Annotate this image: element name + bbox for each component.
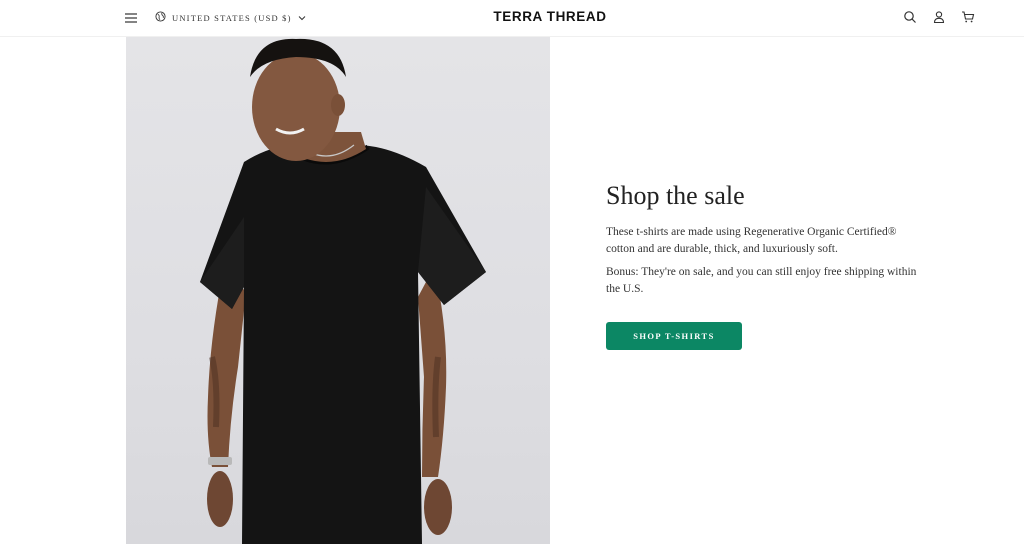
bonus-paragraph: Bonus: They're on sale, and you can stil…: [606, 266, 917, 295]
search-icon[interactable]: [903, 10, 917, 24]
description-paragraph: These t-shirts are made using Regenerati…: [606, 226, 897, 255]
site-header: UNITED STATES (USD $) TERRA THREAD: [0, 0, 1024, 37]
model-wearing-black-t-shirt-photo: [126, 37, 550, 544]
sale-content: Shop the sale These t-shirts are made us…: [606, 180, 926, 350]
page-title: Shop the sale: [606, 181, 745, 210]
user-icon[interactable]: [932, 10, 946, 24]
cart-icon[interactable]: [961, 10, 975, 24]
shop-t-shirts-button[interactable]: SHOP T-SHIRTS: [606, 322, 742, 350]
site-logo[interactable]: TERRA THREAD: [0, 9, 1024, 24]
